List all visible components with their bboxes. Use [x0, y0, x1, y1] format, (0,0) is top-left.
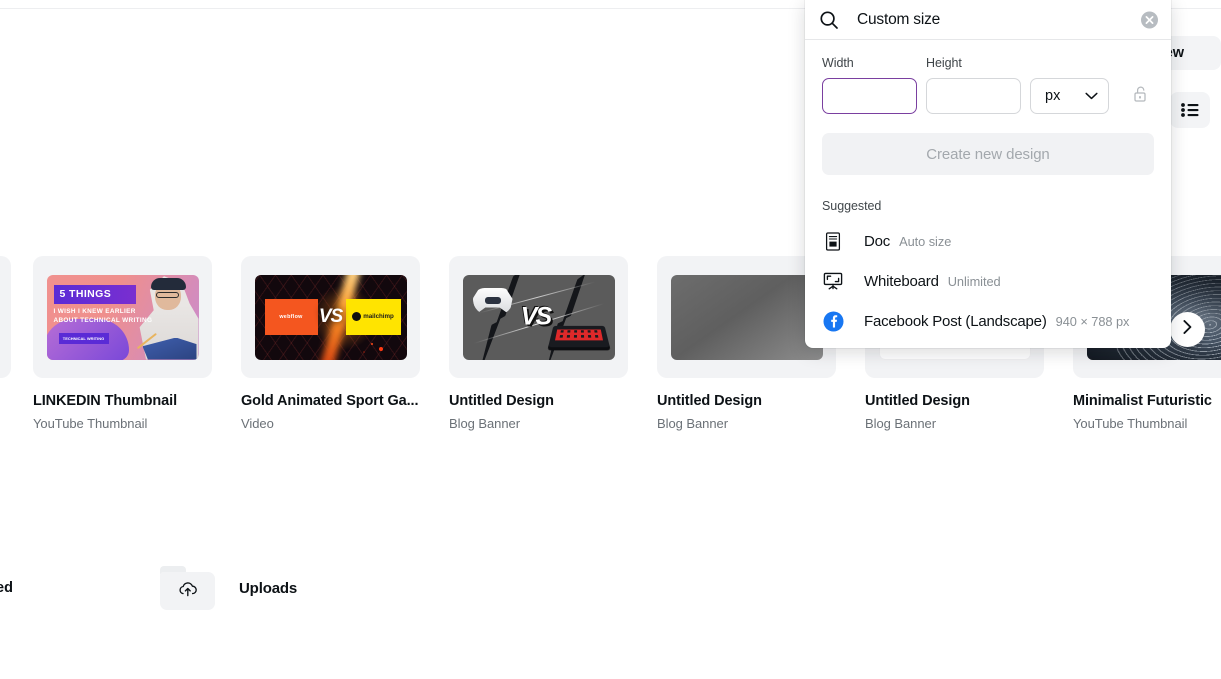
aspect-ratio-lock-button[interactable]: [1129, 84, 1151, 108]
suggested-item-facebook-post[interactable]: Facebook Post (Landscape) 940 × 788 px: [822, 301, 1154, 341]
search-icon: [819, 10, 839, 30]
design-subtitle: YouTube Thumbnail: [33, 416, 212, 431]
thumb-vs-text: VS: [521, 303, 550, 332]
design-thumbnail: 5 THINGS I WISH I KNEW EARLIER ABOUT TEC…: [33, 256, 212, 378]
whiteboard-icon: [822, 270, 844, 292]
thumb-vs-text: VS: [319, 306, 342, 328]
thumbnail-art-gray: [671, 275, 823, 360]
width-label: Width: [822, 56, 926, 70]
suggested-item-name: Whiteboard: [864, 273, 939, 290]
doc-icon: [822, 230, 844, 252]
suggested-item-meta: Unlimited: [948, 274, 1001, 289]
design-subtitle: Blog Banner: [657, 416, 836, 431]
design-card[interactable]: 5 THINGS I WISH I KNEW EARLIER ABOUT TEC…: [33, 256, 212, 431]
search-input-value[interactable]: Custom size: [857, 11, 940, 29]
design-card[interactable]: [0, 256, 11, 400]
suggested-item-meta: Auto size: [899, 234, 951, 249]
thumb-subline-text: I WISH I KNEW EARLIER ABOUT TECHNICAL WR…: [54, 307, 158, 325]
design-thumbnail: VS: [449, 256, 628, 378]
uploads-folder-item[interactable]: Uploads: [160, 566, 297, 610]
suggested-item-whiteboard[interactable]: Whiteboard Unlimited: [822, 261, 1154, 301]
unlocked-padlock-icon: [1132, 85, 1148, 108]
canva-homepage-screen: new 5 THINGS I WISH I KNEW: [0, 0, 1221, 679]
suggested-item-name: Facebook Post (Landscape): [864, 313, 1047, 330]
suggested-item-name: Doc: [864, 233, 890, 250]
folder-icon: [160, 566, 215, 610]
list-view-icon: [1181, 103, 1199, 117]
width-input[interactable]: [822, 78, 917, 114]
list-view-toggle-button[interactable]: [1170, 92, 1210, 128]
design-subtitle: Blog Banner: [865, 416, 1044, 431]
panel-body: Width Height px: [805, 40, 1171, 341]
design-subtitle: Blog Banner: [449, 416, 628, 431]
thumb-right-brand-label: mailchimp: [363, 313, 394, 320]
design-card[interactable]: webflow mailchimp VS Gold Animated Sport…: [241, 256, 420, 431]
chevron-down-icon: [1085, 87, 1098, 105]
bottom-partial-label: ed: [0, 580, 13, 596]
thumb-left-brand: webflow: [265, 299, 318, 335]
unit-select-value: px: [1045, 88, 1060, 104]
dimension-labels: Width Height: [822, 56, 1154, 70]
create-new-design-submit-button[interactable]: Create new design: [822, 133, 1154, 175]
suggested-item-doc[interactable]: Doc Auto size: [822, 221, 1154, 261]
design-subtitle: YouTube Thumbnail: [1073, 416, 1221, 431]
uploads-label: Uploads: [239, 580, 297, 597]
thumb-badge-text: 5 THINGS: [54, 285, 136, 304]
thumbnail-art-linkedin: 5 THINGS I WISH I KNEW EARLIER ABOUT TEC…: [47, 275, 199, 360]
dimension-row: px: [822, 78, 1154, 114]
design-title: Untitled Design: [865, 393, 1044, 409]
design-title: LINKEDIN Thumbnail: [33, 393, 212, 409]
suggested-item-meta: 940 × 788 px: [1056, 314, 1130, 329]
chevron-right-icon: [1183, 320, 1192, 339]
design-subtitle: Video: [241, 416, 420, 431]
suggested-list: Doc Auto size Whiteboard Unlimited: [822, 221, 1154, 341]
suggested-section-label: Suggested: [822, 199, 1154, 213]
search-bar[interactable]: Custom size: [805, 0, 1171, 40]
close-icon[interactable]: [1141, 11, 1158, 28]
design-title: Gold Animated Sport Ga...: [241, 393, 420, 409]
custom-size-dropdown-panel: Custom size Width Height px: [805, 0, 1171, 348]
create-new-design-submit-label: Create new design: [926, 146, 1049, 163]
thumb-tag-text: TECHNICAL WRITING: [59, 333, 109, 344]
design-thumbnail: webflow mailchimp VS: [241, 256, 420, 378]
design-title: Minimalist Futuristic: [1073, 393, 1221, 409]
carousel-next-button[interactable]: [1170, 312, 1205, 347]
unit-select[interactable]: px: [1030, 78, 1109, 114]
thumbnail-art-versus: VS: [463, 275, 615, 360]
facebook-icon: [822, 310, 844, 332]
height-label: Height: [926, 56, 962, 70]
design-title: Untitled Design: [657, 393, 836, 409]
thumbnail-art-gold: webflow mailchimp VS: [255, 275, 407, 360]
design-card[interactable]: VS Untitled Design Blog Banner: [449, 256, 628, 431]
design-thumbnail: [0, 256, 11, 378]
height-input[interactable]: [926, 78, 1021, 114]
thumb-right-brand: mailchimp: [346, 299, 401, 335]
cloud-upload-icon: [177, 580, 199, 603]
design-title: Untitled Design: [449, 393, 628, 409]
